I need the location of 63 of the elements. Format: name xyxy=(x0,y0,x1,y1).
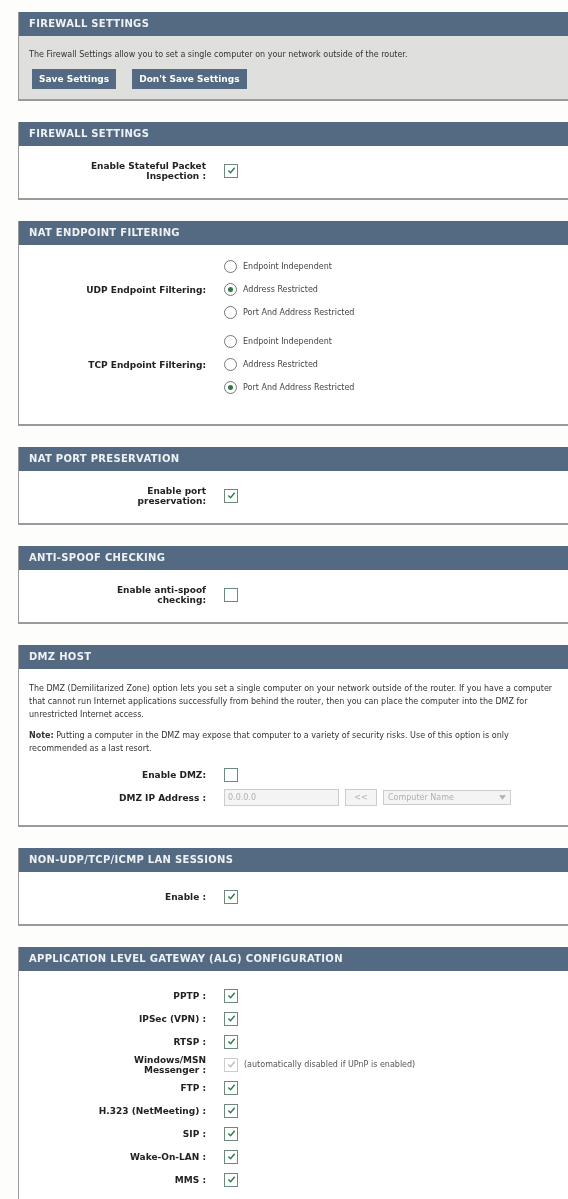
checkbox[interactable] xyxy=(224,889,238,904)
description-text: The DMZ (Demilitarized Zone) option lets you set a single computer on your network outside of the router. If you have a computer that cannot run Internet applications successfully from behind the router, then you can place the computer into the DMZ for unrestricted Internet access. xyxy=(29,683,554,721)
checkmark-icon xyxy=(226,1014,236,1023)
section-header: FIREWALL SETTINGS xyxy=(19,12,568,36)
section-header: NAT PORT PRESERVATION xyxy=(19,447,568,471)
field-label: Enable : xyxy=(164,891,207,902)
field-label: Enable Stateful Packet Inspection : xyxy=(89,160,207,181)
checkbox[interactable] xyxy=(224,1149,238,1164)
section-header: FIREWALL SETTINGS xyxy=(19,122,568,146)
checkbox[interactable] xyxy=(224,1103,238,1118)
checkmark-icon xyxy=(226,1175,236,1184)
checkbox[interactable] xyxy=(224,1172,238,1187)
checkmark-icon xyxy=(226,1083,236,1092)
checkbox[interactable] xyxy=(224,163,238,178)
option-label: Address Restricted xyxy=(243,360,318,369)
checkmark-icon xyxy=(226,166,236,175)
field-label: Enable port preservation: xyxy=(136,485,207,506)
section-header: DMZ HOST xyxy=(19,645,568,669)
checkbox[interactable] xyxy=(224,488,238,503)
checkmark-icon xyxy=(226,892,236,901)
field-label: PPTP : xyxy=(172,990,207,1001)
option-label: Endpoint Independent xyxy=(243,337,332,346)
section-header: NON-UDP/TCP/ICMP LAN SESSIONS xyxy=(19,848,568,872)
checkmark-icon xyxy=(226,1037,236,1046)
option-label: Port And Address Restricted xyxy=(243,308,355,317)
description-text: Note: Putting a computer in the DMZ may expose that computer to a variety of security risks. Use of this option is only recommended as a last resort. xyxy=(29,730,510,755)
field-label: SIP : xyxy=(181,1128,207,1139)
checkbox[interactable] xyxy=(224,767,238,782)
section-header: NAT ENDPOINT FILTERING xyxy=(19,221,568,245)
checkbox[interactable] xyxy=(224,1080,238,1095)
checkmark-icon xyxy=(226,491,236,500)
field-label: IPSec (VPN) : xyxy=(137,1013,207,1024)
field-label: Windows/MSN Messenger : xyxy=(133,1054,207,1075)
field-label: Enable DMZ: xyxy=(141,769,207,780)
checkbox[interactable] xyxy=(224,1126,238,1141)
checkmark-icon xyxy=(226,991,236,1000)
checkmark-icon xyxy=(226,1106,236,1115)
settings-button[interactable]: Save Settings xyxy=(32,69,117,89)
field-label: Enable anti-spoof checking: xyxy=(115,584,207,605)
option-label: Address Restricted xyxy=(243,285,318,294)
checkmark-icon xyxy=(226,1152,236,1161)
description-text: The Firewall Settings allow you to set a single computer on your network outside of the router. xyxy=(29,49,409,61)
field-label: UDP Endpoint Filtering: xyxy=(85,284,207,295)
checkbox[interactable] xyxy=(224,988,238,1003)
checkbox[interactable] xyxy=(224,587,238,602)
section-header: APPLICATION LEVEL GATEWAY (ALG) CONFIGURATION xyxy=(19,947,568,971)
settings-button[interactable]: Don't Save Settings xyxy=(132,69,247,89)
hint-text: (automatically disabled if UPnP is enabled) xyxy=(244,1060,416,1069)
option-label: Endpoint Independent xyxy=(243,262,332,271)
section-header: ANTI-SPOOF CHECKING xyxy=(19,546,568,570)
checkmark-icon xyxy=(226,1060,236,1069)
checkbox[interactable] xyxy=(224,1011,238,1026)
checkmark-icon xyxy=(226,1129,236,1138)
field-label: H.323 (NetMeeting) : xyxy=(97,1105,207,1116)
field-label: RTSP : xyxy=(172,1036,207,1047)
option-label: Port And Address Restricted xyxy=(243,383,355,392)
field-label: FTP : xyxy=(179,1082,207,1093)
field-label: DMZ IP Address : xyxy=(118,792,207,803)
checkbox[interactable] xyxy=(224,1034,238,1049)
field-label: TCP Endpoint Filtering: xyxy=(87,359,207,370)
field-label: MMS : xyxy=(173,1174,207,1185)
field-label: Wake-On-LAN : xyxy=(128,1151,207,1162)
dropdown-arrow-icon xyxy=(499,795,506,800)
